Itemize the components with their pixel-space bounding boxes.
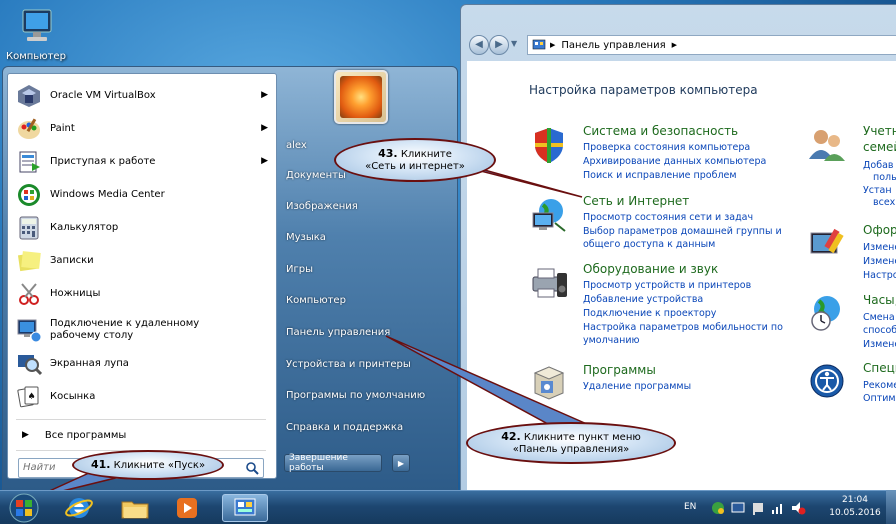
callout-42-text-2: «Панель управления» — [512, 443, 630, 455]
tray-volume-muted-icon[interactable] — [790, 500, 806, 516]
taskbar-explorer-button[interactable] — [112, 494, 158, 522]
tray-flag-icon[interactable] — [750, 500, 766, 516]
tray-network-icon[interactable] — [730, 500, 746, 516]
callout-42: 42. Кликните пункт меню «Панель управлени… — [466, 422, 676, 464]
callout-43-text-2: «Сеть и интернет» — [365, 160, 465, 172]
taskbar-control-panel-button[interactable] — [222, 494, 268, 522]
clock-date: 10.05.2016 — [829, 508, 881, 518]
show-desktop-button[interactable] — [886, 490, 896, 524]
tray-signal-icon[interactable] — [770, 500, 786, 516]
tray-clock[interactable]: 21:04 10.05.2016 — [828, 494, 882, 520]
internet-explorer-icon — [65, 498, 93, 518]
callout-42-number: 42. — [501, 429, 521, 443]
callout-42-text: Кликните пункт меню — [523, 431, 641, 443]
control-panel-icon — [234, 498, 256, 516]
taskbar-ie-button[interactable] — [56, 494, 102, 522]
callout-42-pointer — [385, 335, 597, 429]
callout-43-text: Кликните — [400, 148, 452, 160]
callout-41: 41. Кликните «Пуск» — [72, 450, 224, 480]
taskbar-media-player-button[interactable] — [164, 494, 210, 522]
media-player-icon — [177, 498, 197, 518]
language-indicator[interactable]: EN — [684, 502, 696, 512]
callout-43: 43. Кликните «Сеть и интернет» — [334, 138, 496, 182]
start-button[interactable] — [4, 492, 44, 524]
callout-41-text: Кликните «Пуск» — [113, 459, 206, 471]
callout-41-number: 41. — [90, 457, 111, 471]
callout-43-number: 43. — [378, 146, 398, 160]
tray-update-icon[interactable] — [710, 500, 726, 516]
folder-icon — [121, 501, 149, 519]
callout-pointers — [33, 157, 597, 499]
clock-time: 21:04 — [842, 495, 868, 505]
desktop: Компьютер Oracle VM VirtualBox ▶ Paint ▶… — [0, 0, 896, 524]
